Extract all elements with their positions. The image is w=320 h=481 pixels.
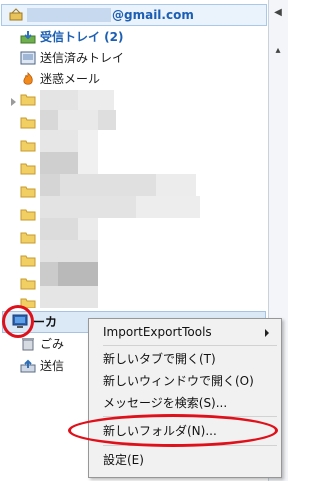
folder-icon [20,186,36,198]
menu-item-importexporttools[interactable]: ImportExportTools [103,321,279,343]
redacted-block [136,196,200,218]
redacted-block [156,174,196,196]
menu-item-label: 新しいタブで開く(T) [103,352,216,366]
menu-item-open-new-window[interactable]: 新しいウィンドウで開く(O) [103,370,279,392]
context-menu: ImportExportTools 新しいタブで開く(T) 新しいウィンドウで開… [88,318,282,478]
redacted-block [40,174,60,196]
menu-item-label: メッセージを検索(S)... [103,396,228,410]
folder-icon [20,94,36,106]
menu-item-open-new-tab[interactable]: 新しいタブで開く(T) [103,348,279,370]
folder-junk[interactable]: 迷惑メール [0,69,268,90]
folder-inbox[interactable]: 受信トレイ (2) [0,27,268,48]
folder-label-inbox: 受信トレイ (2) [40,30,124,44]
folder-icon [20,232,36,244]
folder-label-outbox: 送信 [40,359,65,373]
toolbar-arrow-icon[interactable]: ▴ [271,44,285,58]
redacted-email [27,8,111,22]
redacted-block [40,110,58,130]
redacted-block [40,90,78,110]
account-icon [9,8,23,21]
local-folders-label: ーカ [33,315,58,329]
outbox-icon [20,359,36,373]
redacted-block [58,110,98,130]
annotation-circle-new-folder [68,414,278,447]
account-email: @gmail.com [112,8,194,22]
redacted-block [98,110,116,130]
menu-item-label: ImportExportTools [103,325,212,339]
inbox-icon [20,31,36,44]
redacted-block [40,262,58,286]
junk-fire-icon [23,72,33,85]
folder-label-trash: ごみ [40,337,65,351]
folder-label-sent: 送信済みトレイ [40,51,125,65]
redacted-block [78,90,114,110]
redacted-block [78,130,98,174]
folder-icon [20,163,36,175]
sent-icon [20,51,36,65]
menu-item-label: 設定(E) [103,453,144,467]
menu-item-settings[interactable]: 設定(E) [103,449,279,471]
redacted-block [40,240,98,262]
account-row[interactable]: @gmail.com [1,4,267,26]
redacted-block [40,130,78,152]
folder-icon [20,278,36,290]
redacted-block [40,152,78,174]
submenu-arrow-icon [265,329,269,337]
menu-item-label: 新しいウィンドウで開く(O) [103,374,254,388]
folder-icon [20,117,36,129]
menu-item-search-messages[interactable]: メッセージを検索(S)... [103,392,279,414]
redacted-block [60,174,156,196]
redacted-block [40,218,78,240]
folder-sent[interactable]: 送信済みトレイ [0,48,268,69]
folder-icon [20,255,36,267]
reply-arrow-icon[interactable]: ◀ [271,6,285,20]
trash-icon [22,338,34,351]
expand-arrow-icon[interactable] [11,98,16,106]
redacted-block [40,196,136,218]
menu-separator [103,345,277,346]
folder-icon [20,209,36,221]
redacted-block [78,218,98,240]
annotation-circle-local-folders [2,305,34,338]
folder-label-junk: 迷惑メール [40,72,101,86]
redacted-block [40,286,98,308]
redacted-block [58,262,98,286]
folder-icon [20,140,36,152]
